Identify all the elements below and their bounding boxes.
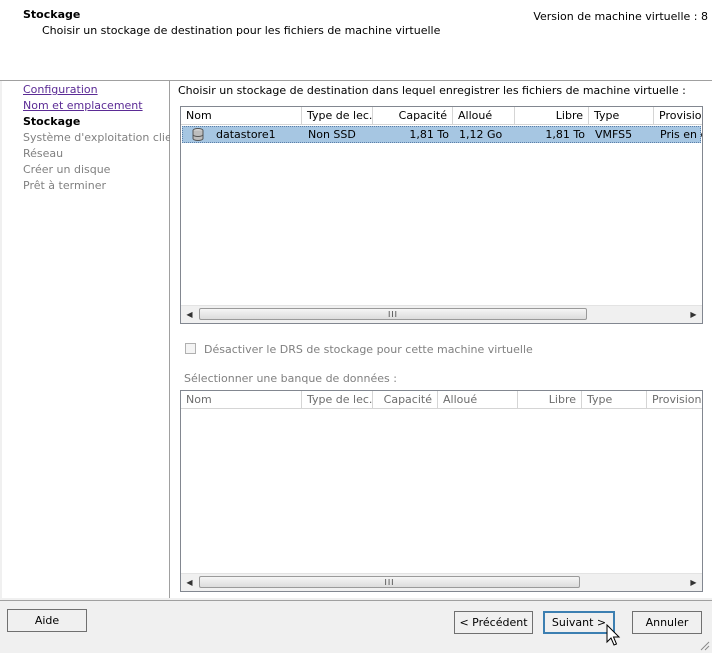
column-header-provisioning: Provisionn xyxy=(652,393,702,406)
scrollbar-grip: III xyxy=(387,310,399,319)
row-allocated: 1,12 Go xyxy=(459,128,503,141)
chevron-right-icon[interactable]: ▶ xyxy=(685,306,702,323)
row-provisioning: Pris en ch xyxy=(660,128,702,141)
help-button[interactable]: Aide xyxy=(7,609,87,632)
disable-drs-label: Désactiver le DRS de stockage pour cette… xyxy=(204,343,533,356)
row-type: VMFS5 xyxy=(595,128,633,141)
disable-drs-checkbox[interactable] xyxy=(185,343,196,354)
column-header-type: Type xyxy=(582,391,647,408)
resize-grip-icon[interactable] xyxy=(698,639,710,651)
column-header-drive-type: Type de lec... xyxy=(302,391,373,408)
chevron-right-icon[interactable]: ▶ xyxy=(685,574,702,591)
datastore-table: Nom Type de lec... Capacité Alloué Libre… xyxy=(180,106,703,324)
datastore-table-header: Nom Type de lec... Capacité Alloué Libre… xyxy=(181,107,702,125)
database-icon xyxy=(192,128,204,141)
column-header-capacity: Capacité xyxy=(373,391,438,408)
cluster-table-hscrollbar[interactable]: ◀ III ▶ xyxy=(181,573,702,591)
row-free: 1,81 To xyxy=(545,128,585,141)
nav-step-configuration[interactable]: Configuration xyxy=(23,83,98,96)
row-drive-type: Non SSD xyxy=(308,128,356,141)
nav-step-network: Réseau xyxy=(23,147,64,160)
select-datastore-label: Sélectionner une banque de données : xyxy=(184,372,397,385)
previous-button[interactable]: < Précédent xyxy=(454,611,533,634)
cluster-datastore-table: Nom Type de lec... Capacité Alloué Libre… xyxy=(180,390,703,592)
scrollbar-thumb[interactable]: III xyxy=(199,576,580,588)
datastore-table-hscrollbar[interactable]: ◀ III ▶ xyxy=(181,305,702,323)
page-subtitle: Choisir un stockage de destination pour … xyxy=(42,24,441,37)
table-row[interactable]: datastore1 Non SSD 1,81 To 1,12 Go 1,81 … xyxy=(182,126,702,143)
row-name: datastore1 xyxy=(216,128,276,141)
chevron-left-icon[interactable]: ◀ xyxy=(181,306,198,323)
chevron-left-icon[interactable]: ◀ xyxy=(181,574,198,591)
page-title: Stockage xyxy=(23,8,81,21)
wizard-steps-nav: Configuration Nom et emplacement Stockag… xyxy=(2,81,183,598)
column-header-allocated: Alloué xyxy=(438,391,518,408)
next-button[interactable]: Suivant > xyxy=(543,611,615,634)
column-header-name[interactable]: Nom xyxy=(181,107,302,124)
column-header-capacity[interactable]: Capacité xyxy=(373,107,453,124)
mouse-pointer-icon xyxy=(606,624,621,646)
column-header-provisioning[interactable]: Provisio xyxy=(654,107,702,124)
scrollbar-thumb[interactable]: III xyxy=(199,308,587,320)
row-capacity: 1,81 To xyxy=(409,128,449,141)
instruction-text: Choisir un stockage de destination dans … xyxy=(178,84,686,97)
cancel-button[interactable]: Annuler xyxy=(632,611,702,634)
nav-step-storage: Stockage xyxy=(23,115,81,128)
nav-step-guest-os: Système d'exploitation client xyxy=(23,131,184,144)
nav-step-name-location[interactable]: Nom et emplacement xyxy=(23,99,143,112)
nav-step-create-disk: Créer un disque xyxy=(23,163,111,176)
nav-step-ready: Prêt à terminer xyxy=(23,179,106,192)
column-header-type[interactable]: Type xyxy=(589,107,654,124)
column-header-free: Libre xyxy=(518,391,582,408)
vm-version-label: Version de machine virtuelle : 8 xyxy=(533,10,708,23)
column-header-allocated[interactable]: Alloué xyxy=(453,107,515,124)
column-header-name: Nom xyxy=(181,391,302,408)
column-header-free[interactable]: Libre xyxy=(515,107,589,124)
column-header-drive-type[interactable]: Type de lec... xyxy=(302,107,373,124)
scrollbar-grip: III xyxy=(384,578,395,587)
footer-divider xyxy=(0,600,712,601)
cluster-table-header: Nom Type de lec... Capacité Alloué Libre… xyxy=(181,391,702,409)
